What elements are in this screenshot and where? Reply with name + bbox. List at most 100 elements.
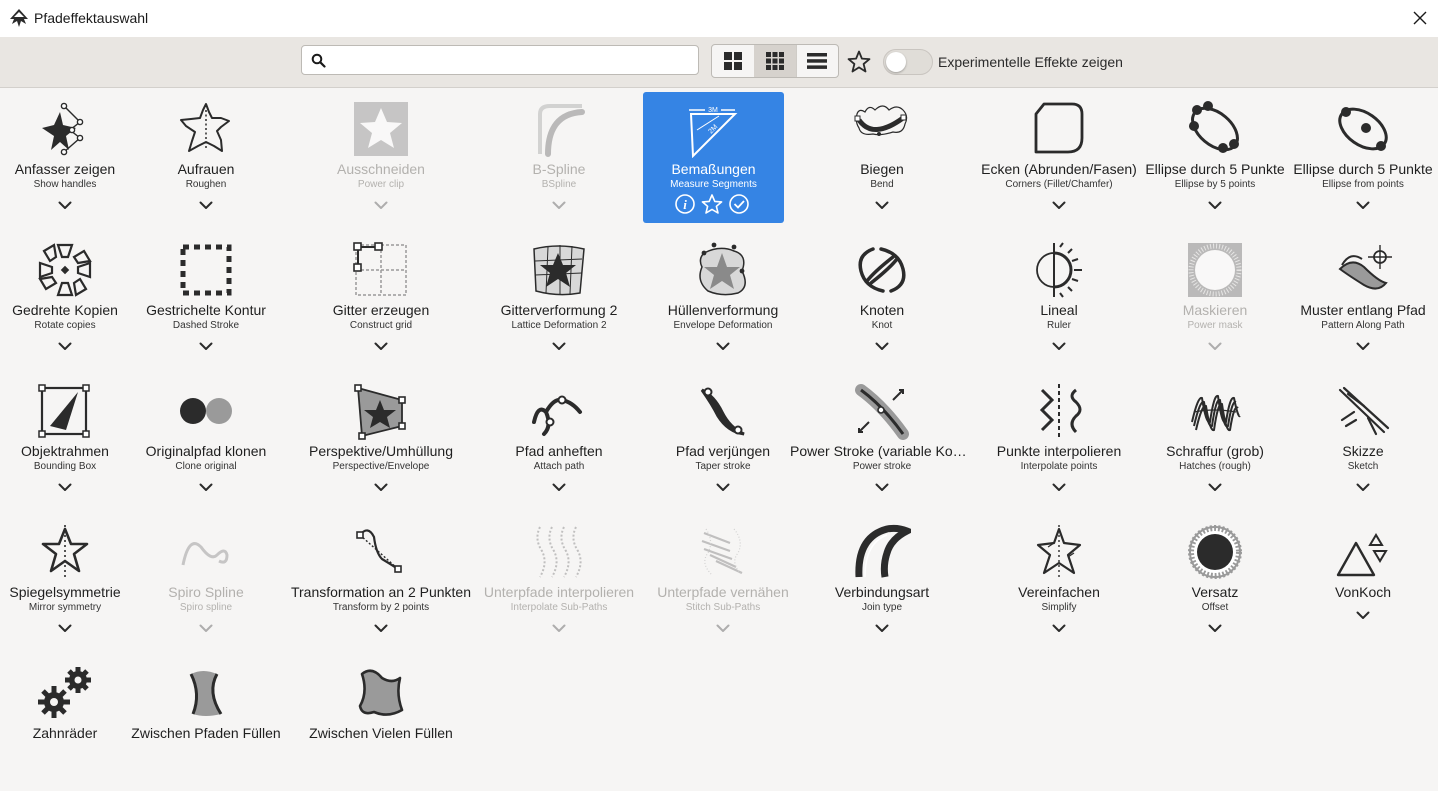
chevron-down-icon[interactable] [875,342,889,351]
chevron-down-icon[interactable] [374,483,388,492]
effect-tile[interactable]: Ecken (Abrunden/Fasen) Corners (Fillet/Ch… [979,92,1139,227]
attach-path-icon [532,395,582,436]
effect-tile[interactable]: Unterpfade vernähen Stitch Sub-Paths [643,515,803,650]
chevron-down-icon[interactable] [716,483,730,492]
effect-tile[interactable]: Ellipse durch 5 Punkte Ellipse by 5 point… [1135,92,1295,227]
chevron-down-icon[interactable] [1208,624,1222,633]
chevron-down-icon[interactable] [199,624,213,633]
chevron-down-icon[interactable] [374,342,388,351]
favorites-star-icon[interactable] [846,49,872,75]
chevron-down-icon[interactable] [1052,342,1066,351]
effect-tile[interactable]: Zwischen Vielen Füllen [301,656,461,791]
effect-tile[interactable]: Lineal Ruler [979,233,1139,368]
chevron-down-icon[interactable] [374,201,388,210]
chevron-down-icon[interactable] [552,342,566,351]
chevron-down-icon[interactable] [1052,201,1066,210]
effect-tile[interactable]: Biegen Bend [802,92,962,227]
effect-tile[interactable]: Vereinfachen Simplify [979,515,1139,650]
chevron-down-icon[interactable] [716,624,730,633]
effect-tile[interactable]: Pfad verjüngen Taper stroke [643,374,803,509]
effect-tile[interactable]: Schraffur (grob) Hatches (rough) [1135,374,1295,509]
chevron-down-icon[interactable] [875,624,889,633]
chevron-down-icon[interactable] [58,483,72,492]
chevron-down-icon[interactable] [1356,611,1370,620]
apply-check-icon[interactable] [729,194,749,214]
chevron-down-icon[interactable] [1208,342,1222,351]
chevron-down-icon[interactable] [1208,201,1222,210]
chevron-down-icon[interactable] [58,201,72,210]
view-grid-large-button[interactable] [712,45,755,77]
effect-tile[interactable]: Originalpfad klonen Clone original [126,374,286,509]
effect-tile[interactable]: Ellipse durch 5 Punkte Ellipse from point… [1283,92,1438,227]
effect-tile[interactable]: Zwischen Pfaden Füllen [126,656,286,791]
chevron-down-icon[interactable] [875,201,889,210]
view-list-button[interactable] [796,45,838,77]
chevron-down-icon[interactable] [716,342,730,351]
effect-tile[interactable]: Transformation an 2 Punkten Transform by … [291,515,471,650]
effect-tile[interactable]: Punkte interpolieren Interpolate points [979,374,1139,509]
chevron-down-icon[interactable] [875,483,889,492]
effect-tile[interactable]: Verbindungsart Join type [802,515,962,650]
chevron-down-icon[interactable] [1052,624,1066,633]
effect-tile[interactable]: 3M 2M Bemaßungen Measure Segments i [643,92,784,223]
effect-tile[interactable]: Spiro Spline Spiro spline [126,515,286,650]
effect-tile[interactable]: Unterpfade interpolieren Interpolate Sub-… [479,515,639,650]
effect-tile[interactable]: VonKoch [1283,515,1438,650]
effect-tile[interactable]: Versatz Offset [1135,515,1295,650]
chevron-down-icon[interactable] [199,201,213,210]
effect-tile[interactable]: Spiegelsymmetrie Mirror symmetry [0,515,145,650]
effect-tile[interactable]: Power Stroke (variable Kont… Power stroke [790,374,974,509]
effect-tile[interactable]: B-Spline BSpline [479,92,639,227]
info-icon[interactable]: i [675,194,695,214]
effect-tile[interactable]: Perspektive/Umhüllung Perspective/Envelop… [301,374,461,509]
effect-tile[interactable]: Ausschneiden Power clip [301,92,461,227]
perspective-envelope-icon [354,384,406,440]
chevron-down-icon[interactable] [1052,483,1066,492]
chevron-down-icon[interactable] [552,201,566,210]
effect-label: Perspektive/Umhüllung [309,443,453,459]
effect-tile[interactable]: Aufrauen Roughen [126,92,286,227]
chevron-down-icon[interactable] [1356,342,1370,351]
effect-tile[interactable]: Gestrichelte Kontur Dashed Stroke [126,233,286,368]
experimental-effects-toggle[interactable] [883,49,933,75]
chevron-down-icon[interactable] [552,483,566,492]
effect-sublabel: Ruler [1047,320,1071,331]
grid-large-icon [724,52,742,70]
effect-tile[interactable]: Hüllenverformung Envelope Deformation [643,233,803,368]
search-input[interactable] [332,49,696,73]
chevron-down-icon[interactable] [1208,483,1222,492]
effect-label: B-Spline [532,161,586,177]
effect-tile[interactable]: Gitter erzeugen Construct grid [301,233,461,368]
chevron-down-icon[interactable] [199,342,213,351]
chevron-down-icon[interactable] [1356,483,1370,492]
effect-tile[interactable]: Gedrehte Kopien Rotate copies [0,233,145,368]
chevron-down-icon[interactable] [374,624,388,633]
effect-tile[interactable]: Knoten Knot [802,233,962,368]
gears-icon [38,667,91,718]
effect-tile[interactable]: Zahnräder [0,656,145,791]
close-icon[interactable] [1408,6,1432,30]
chevron-down-icon[interactable] [1356,201,1370,210]
svg-text:3M: 3M [708,107,718,114]
effect-tile[interactable]: Muster entlang Pfad Pattern Along Path [1283,233,1438,368]
chevron-down-icon[interactable] [58,342,72,351]
view-grid-medium-button[interactable] [754,45,797,77]
experimental-effects-label: Experimentelle Effekte zeigen [938,54,1123,70]
dashed-stroke-icon [180,244,232,296]
chevron-down-icon[interactable] [199,483,213,492]
sketch-icon [1338,386,1390,436]
search-field[interactable] [301,45,699,75]
effect-tile[interactable]: Gitterverformung 2 Lattice Deformation 2 [479,233,639,368]
effect-tile[interactable]: Skizze Sketch [1283,374,1438,509]
effect-tile[interactable]: Anfasser zeigen Show handles [0,92,145,227]
fill-between-many-icon [358,669,404,716]
effect-tile[interactable]: Objektrahmen Bounding Box [0,374,145,509]
effect-tile[interactable]: Maskieren Power mask [1135,233,1295,368]
clone-original-icon [180,398,232,424]
favorite-star-icon[interactable] [701,194,723,214]
chevron-down-icon[interactable] [552,624,566,633]
effect-sublabel: Measure Segments [670,179,757,190]
effect-tile[interactable]: Pfad anheften Attach path [479,374,639,509]
chevron-down-icon[interactable] [58,624,72,633]
effect-label: VonKoch [1334,584,1392,600]
